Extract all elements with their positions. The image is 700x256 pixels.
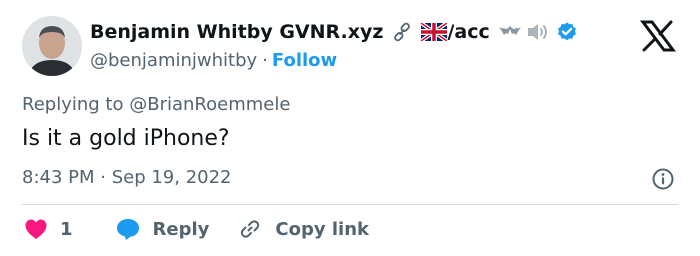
handle-separator: · [262, 49, 268, 71]
author-handle[interactable]: @benjaminjwhitby [90, 50, 257, 71]
speaker-icon [526, 21, 550, 43]
divider [22, 204, 678, 205]
replying-mention-link[interactable]: @BrianRoemmele [129, 94, 290, 115]
author-handle-row: @benjaminjwhitby · Follow [90, 47, 578, 73]
heart-icon [25, 219, 47, 239]
reply-bubble-icon [116, 219, 139, 240]
tweet-text: Is it a gold iPhone? [22, 126, 230, 151]
bat-icon [498, 23, 522, 41]
avatar-image [22, 16, 82, 76]
info-icon[interactable] [651, 167, 675, 191]
replying-to-line: Replying to @BrianRoemmele [22, 94, 290, 115]
uk-flag-icon [421, 23, 448, 41]
copy-link-icon [241, 220, 260, 238]
like-button[interactable]: 1 [24, 218, 73, 240]
reply-label: Reply [152, 218, 210, 240]
author-name-suffix: /acc [447, 21, 490, 43]
tweet-timestamp[interactable]: 8:43 PM · Sep 19, 2022 [22, 167, 232, 188]
avatar[interactable] [22, 16, 82, 76]
verified-badge-icon [556, 21, 578, 43]
follow-button[interactable]: Follow [272, 50, 337, 71]
x-logo-icon[interactable] [640, 20, 676, 52]
link-icon [391, 21, 413, 43]
reply-button[interactable]: Reply [115, 217, 210, 241]
copy-link-label: Copy link [275, 218, 369, 240]
like-count: 1 [60, 218, 73, 240]
tweet-actions: 1 Reply Copy link [24, 216, 397, 242]
author-name-row: Benjamin Whitby GVNR.xyz /acc [90, 17, 578, 47]
copy-link-button[interactable]: Copy link [237, 217, 369, 241]
replying-prefix: Replying to [22, 94, 124, 115]
author-name[interactable]: Benjamin Whitby GVNR.xyz [90, 21, 383, 43]
tweet-header: Benjamin Whitby GVNR.xyz /acc @benjaminj… [90, 17, 578, 73]
